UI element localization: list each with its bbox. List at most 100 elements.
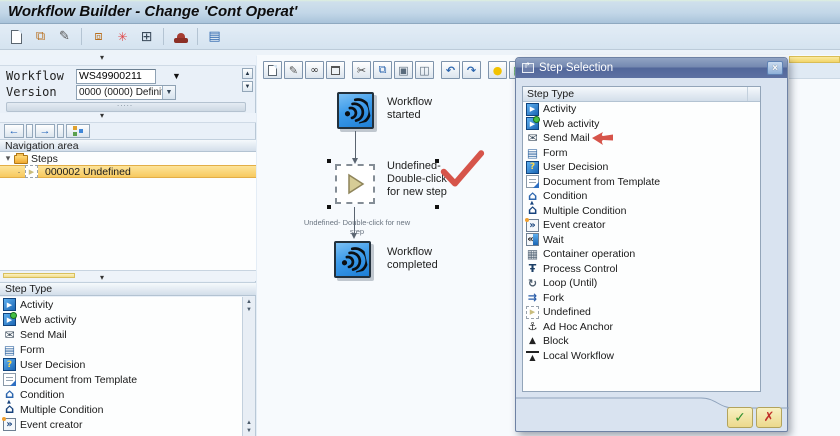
scroll-down-icon[interactable]: ▼ [246, 427, 252, 435]
tree-item-steps[interactable]: ▾ Steps [0, 152, 256, 165]
list-item[interactable]: Multiple Condition [0, 402, 243, 417]
list-item[interactable]: Form [523, 146, 760, 161]
create-icon[interactable] [6, 26, 27, 47]
list-item[interactable]: Document from Template [523, 175, 760, 190]
list-item[interactable]: Loop (Until) [523, 276, 760, 291]
activity-icon [3, 298, 16, 311]
version-select[interactable]: 0000 (0000) Definition ▼ [76, 85, 176, 100]
highlight-icon[interactable]: ● [488, 61, 507, 79]
forward-history-button[interactable] [57, 124, 64, 138]
paste-icon[interactable]: ▣ [394, 61, 413, 79]
cancel-x-icon[interactable]: ✗ [756, 407, 782, 428]
list-item[interactable]: Event creator [0, 417, 243, 432]
copy-workflow-icon[interactable]: ⧉ [30, 26, 51, 47]
panel-scrollbar[interactable]: ▲ ▼ [242, 68, 253, 100]
undo-icon[interactable]: ↶ [441, 61, 460, 79]
undefined-step-icon [25, 165, 38, 178]
list-item[interactable]: Send Mail [523, 131, 760, 146]
activate-icon[interactable]: ✳ [112, 26, 133, 47]
close-icon[interactable]: × [767, 61, 783, 75]
collapse-strip[interactable] [0, 55, 256, 66]
back-arrow-button[interactable]: ← [4, 124, 24, 138]
workflow-dropdown-icon[interactable]: ▼ [172, 71, 181, 81]
list-item[interactable]: Ad Hoc Anchor [523, 320, 760, 335]
scroll-up-icon[interactable]: ▲ [242, 68, 253, 79]
display-change-icon[interactable]: ✎ [54, 26, 75, 47]
forward-arrow-button[interactable]: → [35, 124, 55, 138]
red-arrow-annotation [592, 132, 613, 146]
list-item[interactable]: Activity [523, 102, 760, 117]
tree-bullet: · [16, 167, 22, 177]
structure-icon [73, 126, 84, 136]
list-item[interactable]: Send Mail [0, 327, 243, 342]
workflow-label: Workflow [0, 69, 76, 83]
splitter-handle[interactable] [3, 273, 75, 278]
list-item[interactable]: Web activity [0, 312, 243, 327]
list-item[interactable]: Wait [523, 233, 760, 248]
paste-special-icon[interactable]: ◫ [415, 61, 434, 79]
right-panel-highlight [789, 56, 840, 63]
collapsed-tray[interactable] [6, 102, 246, 112]
list-item[interactable]: Process Control [523, 262, 760, 277]
list-header: Step Type [523, 87, 760, 102]
new-icon[interactable] [263, 61, 282, 79]
where-used-icon[interactable]: ⧈ [88, 26, 109, 47]
edit-icon[interactable]: ✎ [284, 61, 303, 79]
list-item[interactable]: Condition [523, 189, 760, 204]
list-item[interactable]: Condition [0, 387, 243, 402]
chevron-down-icon[interactable]: ▼ [162, 86, 175, 99]
overview-icon[interactable]: ▤ [204, 26, 225, 47]
list-item[interactable]: Document from Template [0, 372, 243, 387]
form-icon [3, 343, 16, 356]
scroll-down-icon[interactable]: ▼ [242, 81, 253, 92]
confirm-check-icon[interactable]: ✓ [727, 407, 753, 428]
test-icon[interactable]: ⊞ [136, 26, 157, 47]
redo-icon[interactable]: ↷ [462, 61, 481, 79]
list-item[interactable]: Local Workflow [523, 349, 760, 364]
list-item[interactable]: Multiple Condition [523, 204, 760, 219]
version-value: 0000 (0000) Definition [77, 87, 162, 98]
list-item[interactable]: Activity [0, 297, 243, 312]
event-waves-icon [336, 243, 368, 275]
local-workflow-icon [526, 351, 539, 362]
list-scrollbar[interactable]: ▲ ▼ ▲ ▼ [242, 297, 255, 436]
expander-icon[interactable]: ▾ [5, 153, 11, 164]
undefined-step-node[interactable] [335, 164, 375, 204]
list-item[interactable]: User Decision [0, 357, 243, 372]
activity-icon [526, 103, 539, 116]
list-item[interactable]: User Decision [523, 160, 760, 175]
scroll-down-icon[interactable]: ▼ [246, 306, 252, 314]
workflow-field-row: Workflow ▼ [0, 68, 256, 84]
copy-icon[interactable]: ⧉ [373, 61, 392, 79]
list-item[interactable]: Fork [523, 291, 760, 306]
workflow-input[interactable] [76, 69, 156, 84]
list-item[interactable]: Block [523, 334, 760, 349]
back-history-button[interactable] [26, 124, 33, 138]
delete-icon[interactable] [326, 61, 345, 79]
list-item[interactable]: Container operation [523, 247, 760, 262]
navigation-area-header: Navigation area [0, 139, 256, 152]
workflow-started-node[interactable] [337, 92, 374, 129]
document-from-template-icon [3, 373, 16, 386]
list-item[interactable]: Web activity [523, 117, 760, 132]
scroll-up-icon[interactable]: ▲ [246, 298, 252, 306]
dialog-titlebar[interactable]: Step Selection × [516, 58, 787, 78]
document-from-template-icon [526, 175, 539, 188]
cut-icon[interactable]: ✂ [352, 61, 371, 79]
structure-button[interactable] [66, 124, 90, 138]
list-item[interactable]: Undefined [523, 305, 760, 320]
event-creator-icon [526, 219, 539, 232]
collapse-strip[interactable] [0, 113, 256, 123]
scroll-up-icon[interactable]: ▲ [246, 419, 252, 427]
block-icon [526, 335, 539, 348]
panel-splitter[interactable] [0, 270, 256, 281]
other-workflow-icon[interactable] [170, 26, 191, 47]
find-icon[interactable]: ∞ [305, 61, 324, 79]
tree-item-undefined[interactable]: · 000002 Undefined [0, 165, 256, 178]
red-checkmark-annotation [438, 146, 487, 191]
user-decision-icon [526, 161, 539, 174]
list-item[interactable]: Event creator [523, 218, 760, 233]
version-field-row: Version 0000 (0000) Definition ▼ [0, 84, 256, 100]
list-item[interactable]: Form [0, 342, 243, 357]
workflow-completed-node[interactable] [334, 241, 371, 278]
